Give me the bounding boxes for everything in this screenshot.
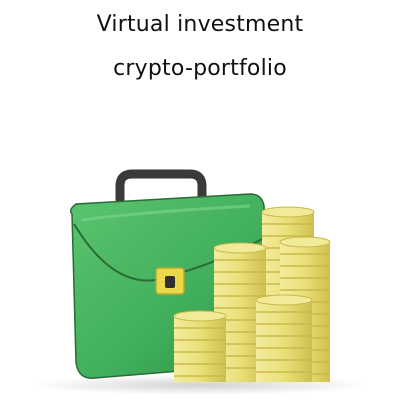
briefcase-clasp-icon bbox=[155, 267, 185, 295]
coin-stack-front-left bbox=[173, 310, 227, 382]
investment-illustration bbox=[30, 169, 370, 395]
briefcase-handle-icon bbox=[115, 169, 207, 205]
coin-stack-front-right bbox=[255, 294, 313, 382]
